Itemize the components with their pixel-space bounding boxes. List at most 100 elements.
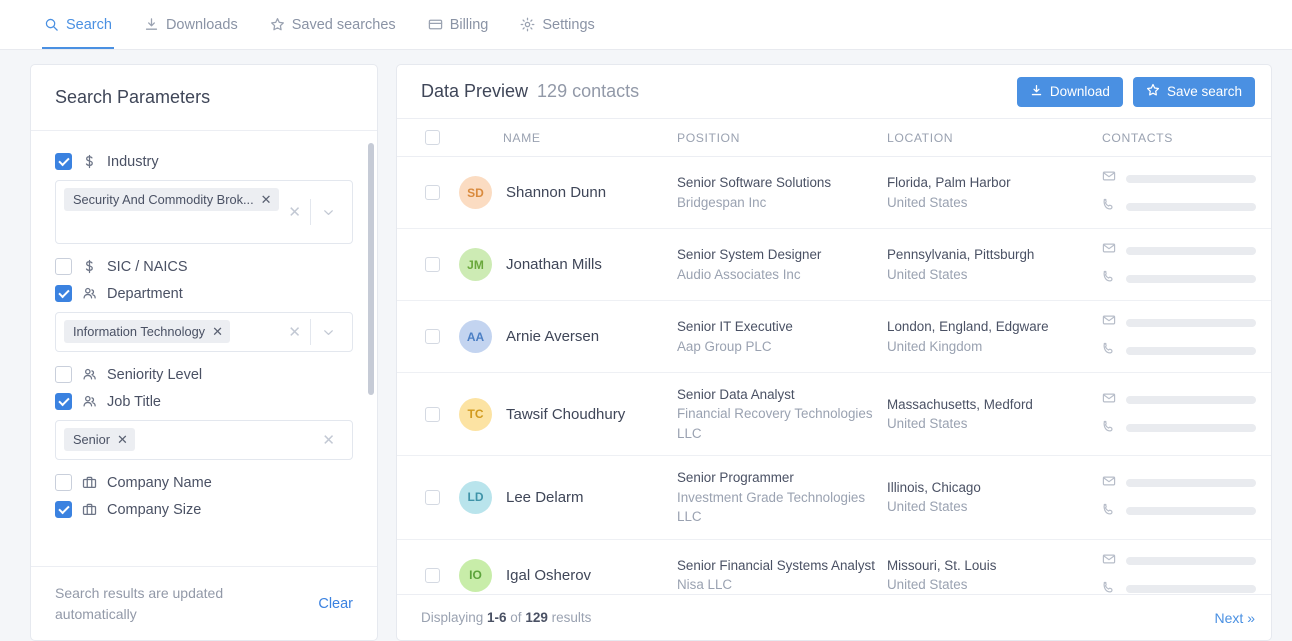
location-country: United States bbox=[887, 416, 968, 432]
table-row[interactable]: IO Igal Osherov Senior Financial Systems… bbox=[397, 540, 1271, 594]
tag-input-industry[interactable]: Security And Commodity Brok... ✕ ✕ bbox=[55, 180, 353, 244]
dollar-icon bbox=[81, 259, 98, 274]
phone-row[interactable] bbox=[1102, 502, 1256, 521]
row-checkbox[interactable] bbox=[424, 567, 440, 583]
company-name: Financial Recovery Technologies LLC bbox=[677, 406, 873, 441]
tag-controls: ✕ bbox=[279, 319, 344, 345]
location-region: Illinois, Chicago bbox=[887, 480, 981, 496]
contacts-cell bbox=[1102, 474, 1256, 521]
save-search-button[interactable]: Save search bbox=[1132, 76, 1255, 107]
tag-remove-icon[interactable]: ✕ bbox=[117, 433, 128, 446]
param-row-company-size[interactable]: Company Size bbox=[55, 501, 353, 518]
clear-all-icon[interactable]: ✕ bbox=[313, 431, 344, 449]
nav-item-billing[interactable]: Billing bbox=[412, 0, 505, 49]
mail-icon bbox=[1102, 241, 1116, 260]
nav-item-downloads[interactable]: Downloads bbox=[128, 0, 254, 49]
column-header-location[interactable]: LOCATION bbox=[887, 131, 1102, 145]
nav-item-search[interactable]: Search bbox=[28, 0, 128, 49]
param-checkbox[interactable] bbox=[55, 501, 72, 518]
select-all-checkbox[interactable] bbox=[424, 130, 440, 145]
phone-row[interactable] bbox=[1102, 197, 1256, 216]
selected-tag[interactable]: Senior ✕ bbox=[64, 428, 135, 451]
email-masked-bar bbox=[1126, 557, 1256, 566]
param-checkbox[interactable] bbox=[55, 366, 72, 383]
email-row[interactable] bbox=[1102, 313, 1256, 332]
company-name: Investment Grade Technologies LLC bbox=[677, 489, 866, 525]
selected-tag[interactable]: Information Technology ✕ bbox=[64, 320, 230, 343]
contact-name[interactable]: Jonathan Mills bbox=[506, 256, 602, 273]
row-checkbox[interactable] bbox=[424, 489, 440, 505]
selected-tag[interactable]: Security And Commodity Brok... ✕ bbox=[64, 188, 279, 211]
param-label: Industry bbox=[107, 153, 159, 170]
clear-all-icon[interactable]: ✕ bbox=[279, 323, 310, 341]
param-checkbox[interactable] bbox=[55, 258, 72, 275]
email-row[interactable] bbox=[1102, 241, 1256, 260]
table-row[interactable]: SD Shannon Dunn Senior Software Solution… bbox=[397, 157, 1271, 229]
next-page-button[interactable]: Next » bbox=[1215, 610, 1255, 626]
top-navigation: Search Downloads Saved searches Billing Sett… bbox=[0, 0, 1292, 50]
param-row-sic-naics[interactable]: SIC / NAICS bbox=[55, 258, 353, 275]
column-header-contacts[interactable]: CONTACTS bbox=[1102, 131, 1255, 145]
param-row-seniority-level[interactable]: Seniority Level bbox=[55, 366, 353, 383]
table-body: SD Shannon Dunn Senior Software Solution… bbox=[397, 157, 1271, 594]
param-checkbox[interactable] bbox=[55, 393, 72, 410]
email-row[interactable] bbox=[1102, 474, 1256, 493]
contact-name[interactable]: Tawsif Choudhury bbox=[506, 406, 625, 423]
email-row[interactable] bbox=[1102, 169, 1256, 188]
row-checkbox[interactable] bbox=[424, 257, 440, 272]
tag-remove-icon[interactable]: ✕ bbox=[261, 193, 272, 206]
row-checkbox[interactable] bbox=[424, 329, 440, 344]
email-row[interactable] bbox=[1102, 391, 1256, 410]
param-row-department[interactable]: Department bbox=[55, 285, 353, 302]
phone-row[interactable] bbox=[1102, 580, 1256, 594]
sidebar-scrollbar-thumb[interactable] bbox=[368, 143, 374, 395]
row-checkbox[interactable] bbox=[424, 406, 440, 422]
phone-masked-bar bbox=[1126, 346, 1256, 355]
table-row[interactable]: AA Arnie Aversen Senior IT Executive Aap… bbox=[397, 301, 1271, 373]
dollar-icon bbox=[81, 154, 98, 169]
chevron-down-icon[interactable] bbox=[311, 325, 344, 340]
param-checkbox[interactable] bbox=[55, 153, 72, 170]
column-header-position[interactable]: POSITION bbox=[677, 131, 887, 145]
tag-input-job-title[interactable]: Senior ✕ ✕ bbox=[55, 420, 353, 460]
email-row[interactable] bbox=[1102, 552, 1256, 571]
table-row[interactable]: TC Tawsif Choudhury Senior Data Analyst … bbox=[397, 373, 1271, 457]
next-page-label: Next bbox=[1214, 609, 1244, 626]
phone-icon bbox=[1102, 419, 1116, 438]
tag-remove-icon[interactable]: ✕ bbox=[212, 325, 223, 338]
phone-row[interactable] bbox=[1102, 419, 1256, 438]
phone-row[interactable] bbox=[1102, 269, 1256, 288]
contact-name[interactable]: Shannon Dunn bbox=[506, 184, 606, 201]
name-cell: JM Jonathan Mills bbox=[459, 248, 677, 281]
param-checkbox[interactable] bbox=[55, 285, 72, 302]
param-label: Job Title bbox=[107, 393, 161, 410]
phone-icon bbox=[1102, 269, 1116, 288]
table-row[interactable]: LD Lee Delarm Senior Programmer Investme… bbox=[397, 456, 1271, 540]
avatar-initials: SD bbox=[467, 185, 484, 200]
param-checkbox[interactable] bbox=[55, 474, 72, 491]
position-title: Senior IT Executive bbox=[677, 319, 793, 335]
contact-name[interactable]: Igal Osherov bbox=[506, 567, 591, 584]
phone-row[interactable] bbox=[1102, 341, 1256, 360]
param-row-company-name[interactable]: Company Name bbox=[55, 474, 353, 491]
nav-item-settings[interactable]: Settings bbox=[504, 0, 610, 49]
clear-button[interactable]: Clear bbox=[318, 596, 353, 612]
nav-item-saved-searches[interactable]: Saved searches bbox=[254, 0, 412, 49]
summary-suffix: results bbox=[547, 610, 592, 625]
chevron-down-icon[interactable] bbox=[311, 205, 344, 220]
data-preview-panel: Data Preview 129 contacts Download Save … bbox=[396, 64, 1272, 641]
column-header-name[interactable]: NAME bbox=[459, 131, 677, 145]
avatar: LD bbox=[459, 480, 492, 514]
param-row-industry[interactable]: Industry bbox=[55, 153, 353, 170]
table-row[interactable]: JM Jonathan Mills Senior System Designer… bbox=[397, 229, 1271, 301]
row-checkbox[interactable] bbox=[424, 185, 440, 200]
download-button[interactable]: Download bbox=[1016, 76, 1123, 107]
param-row-job-title[interactable]: Job Title bbox=[55, 393, 353, 410]
tag-input-department[interactable]: Information Technology ✕ ✕ bbox=[55, 312, 353, 352]
contact-name[interactable]: Arnie Aversen bbox=[506, 328, 599, 345]
location-region: Pennsylvania, Pittsburgh bbox=[887, 247, 1035, 263]
sidebar-parameters-list: Industry Security And Commodity Brok... ✕ ✕… bbox=[31, 131, 377, 566]
position-title: Senior Financial Systems Analyst bbox=[677, 557, 875, 573]
clear-all-icon[interactable]: ✕ bbox=[279, 203, 310, 221]
contact-name[interactable]: Lee Delarm bbox=[506, 489, 584, 506]
